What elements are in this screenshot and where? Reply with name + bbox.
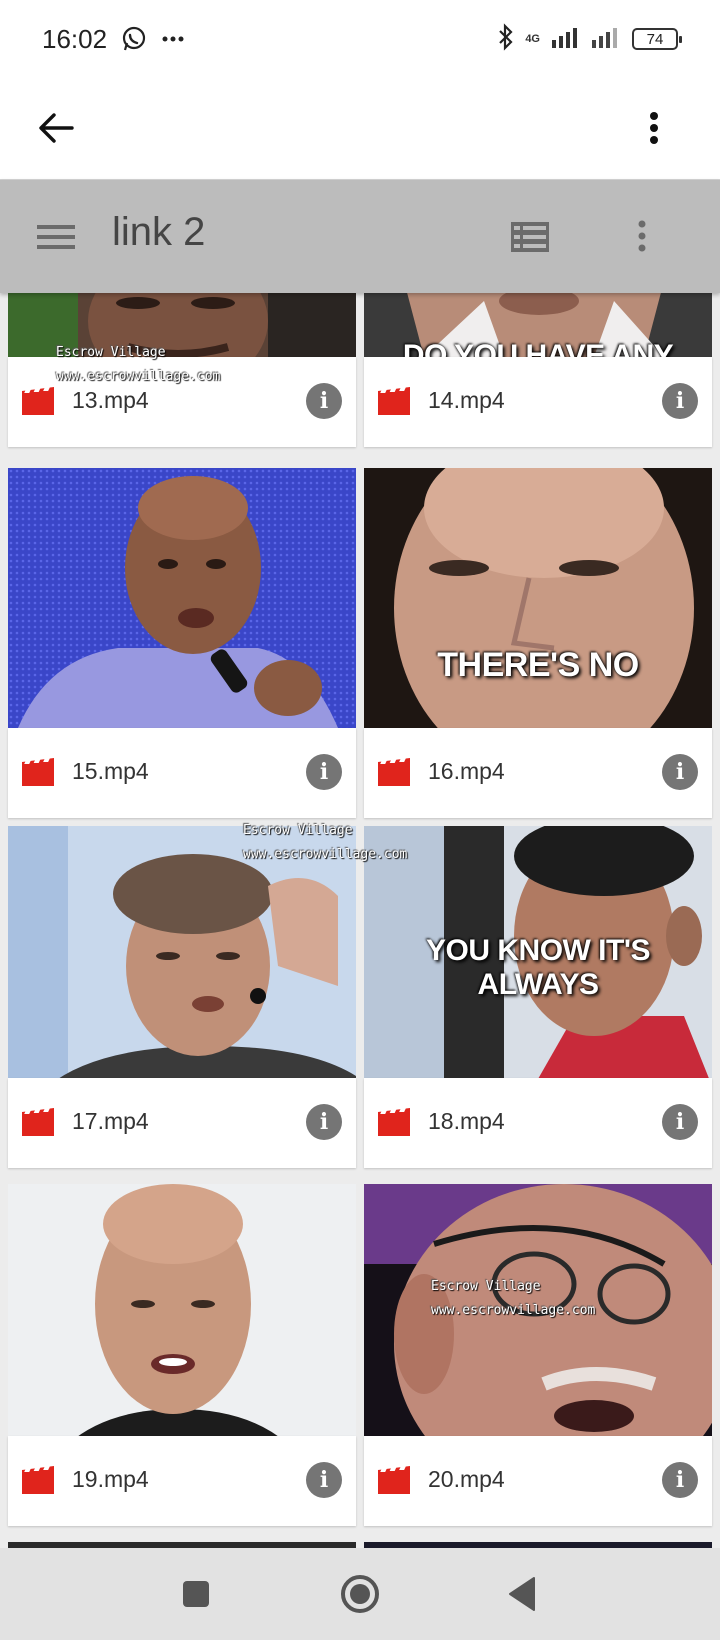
status-time: 16:02 <box>42 23 108 54</box>
watermark-line2: www.escrowvillage.com <box>243 847 408 862</box>
system-nav-bar <box>0 1548 720 1640</box>
file-info-bar: 17.mp4 i <box>8 1078 356 1168</box>
hamburger-icon[interactable] <box>36 218 76 256</box>
video-thumbnail: YOU KNOW IT'S ALWAYS <box>364 826 712 1086</box>
info-icon[interactable]: i <box>662 1462 698 1498</box>
file-card[interactable]: 17.mp4 i <box>8 826 356 1168</box>
video-thumbnail: DO YOU HAVE ANY REGRETS? <box>364 293 712 357</box>
list-view-icon[interactable] <box>508 218 552 256</box>
signal-icon <box>552 26 582 53</box>
info-icon[interactable]: i <box>306 754 342 790</box>
info-icon[interactable]: i <box>306 1462 342 1498</box>
watermark: Escrow Village www.escrowvillage.com <box>243 819 407 867</box>
battery-icon: 74 <box>632 28 682 50</box>
file-info-bar: 18.mp4 i <box>364 1078 712 1168</box>
video-thumbnail <box>8 1184 356 1444</box>
file-name: 19.mp4 <box>72 1466 149 1492</box>
file-card[interactable]: 19.mp4 i <box>8 1184 356 1526</box>
file-name: 20.mp4 <box>428 1466 505 1492</box>
video-file-icon <box>378 1466 410 1499</box>
whatsapp-icon <box>121 26 147 52</box>
file-name: 18.mp4 <box>428 1108 505 1134</box>
folder-title: link 2 <box>112 210 206 254</box>
file-name: 14.mp4 <box>428 387 505 413</box>
video-file-icon <box>378 758 410 791</box>
file-card[interactable]: YOU KNOW IT'S ALWAYS 18.mp4 i <box>364 826 712 1168</box>
signal-icon-2 <box>592 26 622 53</box>
watermark-line1: Escrow Village <box>56 345 166 360</box>
folder-toolbar: link 2 <box>0 180 720 293</box>
video-file-icon <box>22 387 54 420</box>
watermark-line2: www.escrowvillage.com <box>431 1303 596 1318</box>
network-type: 4G <box>525 33 540 45</box>
watermark-line1: Escrow Village <box>243 823 353 838</box>
status-bar: 16:02 4G 74 <box>0 0 720 78</box>
video-file-icon <box>378 1108 410 1141</box>
more-dots-icon <box>161 35 185 43</box>
file-card[interactable]: DO YOU HAVE ANY REGRETS? 14.mp4 i <box>364 293 712 447</box>
file-name: 17.mp4 <box>72 1108 149 1134</box>
watermark-line1: Escrow Village <box>431 1279 541 1294</box>
file-name: 15.mp4 <box>72 758 149 784</box>
watermark: Escrow Village www.escrowvillage.com <box>431 1275 595 1323</box>
home-circle-icon[interactable] <box>340 1574 380 1614</box>
info-icon[interactable]: i <box>662 754 698 790</box>
back-triangle-icon[interactable] <box>502 1574 542 1614</box>
app-bar <box>0 78 720 180</box>
watermark-line2: www.escrowvillage.com <box>56 369 221 384</box>
file-card[interactable]: THERE'S NO 16.mp4 i <box>364 468 712 818</box>
file-name: 13.mp4 <box>72 387 149 413</box>
more-vert-icon[interactable] <box>634 108 674 148</box>
file-info-bar: 20.mp4 i <box>364 1436 712 1526</box>
video-file-icon <box>22 758 54 791</box>
file-card[interactable]: 15.mp4 i <box>8 468 356 818</box>
info-icon[interactable]: i <box>662 1104 698 1140</box>
video-file-icon <box>378 387 410 420</box>
video-thumbnail <box>8 468 356 728</box>
recents-square-icon[interactable] <box>176 1574 216 1614</box>
video-thumbnail: THERE'S NO <box>364 468 712 728</box>
file-info-bar: 19.mp4 i <box>8 1436 356 1526</box>
watermark: Escrow Village www.escrowvillage.com <box>56 341 220 389</box>
video-caption: DO YOU HAVE ANY REGRETS? <box>402 339 674 357</box>
info-icon[interactable]: i <box>306 383 342 419</box>
file-grid: 13.mp4 i Escrow Village www.escrowvillag… <box>0 293 720 1548</box>
toolbar-more-icon[interactable] <box>622 216 662 256</box>
file-info-bar: 16.mp4 i <box>364 728 712 818</box>
file-card[interactable]: 20.mp4 i <box>364 1184 712 1526</box>
file-info-bar: 15.mp4 i <box>8 728 356 818</box>
file-info-bar: 14.mp4 i <box>364 357 712 447</box>
info-icon[interactable]: i <box>306 1104 342 1140</box>
bluetooth-icon <box>497 22 515 56</box>
arrow-back-icon[interactable] <box>36 108 76 148</box>
info-icon[interactable]: i <box>662 383 698 419</box>
video-file-icon <box>22 1466 54 1499</box>
video-caption: THERE'S NO <box>437 646 639 684</box>
video-caption: YOU KNOW IT'S ALWAYS <box>426 934 650 1001</box>
file-name: 16.mp4 <box>428 758 505 784</box>
video-file-icon <box>22 1108 54 1141</box>
